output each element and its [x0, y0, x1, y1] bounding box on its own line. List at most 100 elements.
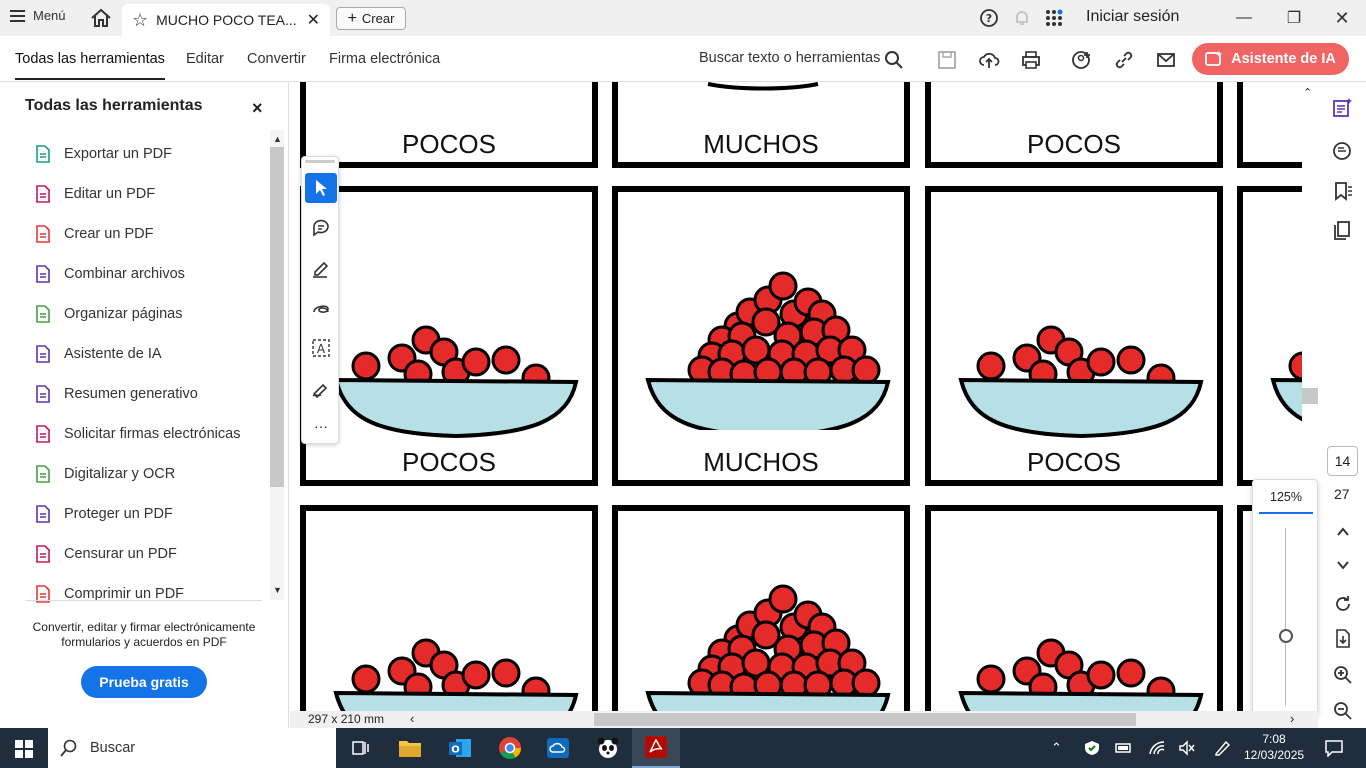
tool-item[interactable]: Crear un PDF	[34, 222, 153, 246]
tool-item[interactable]: Digitalizar y OCR	[34, 462, 175, 486]
security-shield-icon[interactable]	[1083, 740, 1101, 756]
task-view-icon[interactable]	[336, 728, 384, 768]
tool-label: Crear un PDF	[64, 226, 154, 242]
free-trial-button[interactable]: Prueba gratis	[81, 666, 207, 698]
cloud-upload-icon[interactable]	[978, 49, 1000, 71]
bell-icon[interactable]	[1013, 9, 1031, 27]
help-icon[interactable]: ?	[980, 9, 998, 27]
tab-edit[interactable]: Editar	[186, 51, 224, 67]
scroll-up-arrow[interactable]: ▲	[273, 134, 282, 144]
ai-assistant-button[interactable]: Asistente de IA	[1192, 43, 1349, 75]
signin-button[interactable]: Iniciar sesión	[1086, 8, 1179, 26]
tool-item[interactable]: Organizar páginas	[34, 302, 183, 326]
tool-item[interactable]: Proteger un PDF	[34, 502, 173, 526]
comments-icon[interactable]	[1331, 140, 1353, 162]
card-label: POCOS	[1027, 447, 1121, 477]
create-button[interactable]: + Crear	[336, 7, 406, 30]
wifi-icon[interactable]	[1148, 740, 1166, 756]
close-tab-icon[interactable]: ✕	[307, 10, 320, 30]
extract-page-icon[interactable]	[1333, 628, 1353, 650]
ai-summary-icon[interactable]	[1331, 97, 1353, 119]
save-icon[interactable]	[936, 49, 958, 71]
acrobat-icon[interactable]	[632, 728, 680, 768]
flashcard: MUCHOS	[612, 82, 910, 168]
tool-item[interactable]: Asistente de IA	[34, 342, 162, 366]
tool-item[interactable]: Resumen generativo	[34, 382, 198, 406]
previous-page-icon[interactable]	[1335, 525, 1351, 539]
clock[interactable]: 7:08 12/03/2025	[1244, 731, 1304, 763]
windows-start-icon[interactable]	[15, 740, 33, 758]
comment-icon[interactable]	[305, 213, 337, 243]
zoom-slider-thumb[interactable]	[1279, 629, 1293, 643]
pages-icon[interactable]	[1331, 219, 1353, 241]
page-number-input[interactable]: 14	[1327, 446, 1358, 476]
volume-muted-icon[interactable]	[1178, 740, 1196, 756]
home-icon[interactable]	[90, 8, 112, 28]
panda-app-icon[interactable]	[584, 728, 632, 768]
document-scroll-thumb[interactable]	[1302, 388, 1318, 404]
tools-panel: Todas las herramientas × Exportar un PDF…	[0, 82, 289, 728]
freehand-draw-icon[interactable]	[305, 293, 337, 323]
tab-esign[interactable]: Firma electrónica	[329, 51, 440, 67]
tool-item[interactable]: Solicitar firmas electrónicas	[34, 422, 240, 446]
text-box-icon[interactable]: A	[305, 333, 337, 363]
apps-grid-icon[interactable]	[1045, 9, 1063, 27]
zoom-slider-track[interactable]	[1285, 528, 1286, 706]
tray-expand-icon[interactable]: ⌃	[1051, 740, 1069, 756]
card-label: MUCHOS	[703, 129, 819, 159]
chrome-icon[interactable]	[486, 728, 534, 768]
page-total: 27	[1334, 486, 1350, 502]
highlight-pen-icon[interactable]	[305, 253, 337, 283]
zoom-out-icon[interactable]	[1333, 701, 1353, 721]
taskbar-search[interactable]: Buscar	[48, 728, 336, 768]
search-icon[interactable]	[883, 49, 905, 71]
tool-label: Editar un PDF	[64, 186, 156, 202]
drag-handle[interactable]	[305, 160, 335, 163]
scroll-right-arrow[interactable]: ›	[1290, 711, 1294, 726]
zoom-in-icon[interactable]	[1333, 665, 1353, 685]
cloud-app-icon[interactable]	[534, 728, 582, 768]
more-tools-icon[interactable]: ···	[305, 411, 337, 441]
signature-icon[interactable]	[305, 373, 337, 403]
tab-all-tools[interactable]: Todas las herramientas	[15, 51, 165, 80]
tool-label: Digitalizar y OCR	[64, 466, 176, 482]
flashcard: MUCHOS	[612, 186, 910, 486]
rotate-icon[interactable]	[1333, 594, 1353, 614]
panel-scroll-thumb[interactable]	[270, 147, 284, 487]
tab-convert[interactable]: Convertir	[247, 51, 306, 67]
horizontal-scroll-thumb[interactable]	[594, 713, 1136, 726]
restore-icon[interactable]: ❐	[1279, 4, 1309, 32]
scroll-down-arrow[interactable]: ▼	[273, 585, 282, 595]
star-icon[interactable]: ☆	[132, 10, 148, 31]
flashcard: POCOS	[300, 82, 598, 168]
share-user-icon[interactable]	[1071, 49, 1093, 71]
select-cursor-icon[interactable]	[305, 173, 337, 203]
scroll-up-arrow[interactable]: ⌃	[1303, 86, 1312, 99]
minimize-icon[interactable]: —	[1229, 4, 1259, 32]
search-tools-label[interactable]: Buscar texto o herramientas	[699, 50, 880, 66]
tool-item[interactable]: Comprimir un PDF	[34, 582, 184, 606]
print-icon[interactable]	[1020, 49, 1042, 71]
battery-icon[interactable]	[1115, 740, 1133, 756]
menu-button[interactable]: Menú	[10, 8, 66, 23]
document-tab[interactable]: ☆ MUCHO POCO TEA... ✕	[122, 4, 330, 36]
notifications-icon[interactable]	[1324, 739, 1344, 757]
scroll-left-arrow[interactable]: ‹	[410, 711, 414, 726]
plus-icon: +	[347, 9, 357, 27]
bookmark-icon[interactable]	[1331, 180, 1353, 202]
link-icon[interactable]	[1113, 49, 1135, 71]
next-page-icon[interactable]	[1335, 558, 1351, 572]
tool-item[interactable]: Censurar un PDF	[34, 542, 177, 566]
panel-title: Todas las herramientas	[25, 97, 203, 114]
pdf-viewer[interactable]: POCOS MUCHOS POCOS POCOS MUCHOS POCOS	[290, 82, 1302, 711]
outlook-icon[interactable]: O	[436, 728, 484, 768]
pen-icon[interactable]	[1213, 740, 1231, 756]
close-panel-icon[interactable]: ×	[252, 98, 263, 119]
tool-item[interactable]: Combinar archivos	[34, 262, 185, 286]
close-window-icon[interactable]: ✕	[1327, 4, 1357, 32]
file-explorer-icon[interactable]	[386, 728, 434, 768]
mail-icon[interactable]	[1155, 49, 1177, 71]
tool-item[interactable]: Editar un PDF	[34, 182, 155, 206]
zoom-value[interactable]: 125%	[1259, 490, 1313, 514]
tool-item[interactable]: Exportar un PDF	[34, 142, 172, 166]
